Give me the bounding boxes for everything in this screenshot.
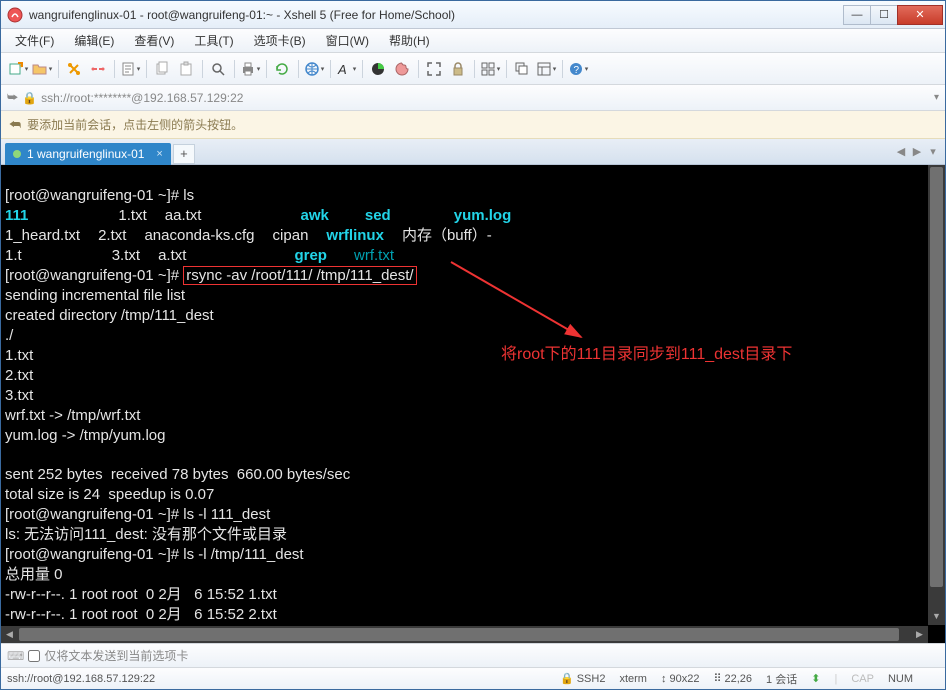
send-current-tab-label: 仅将文本发送到当前选项卡 (44, 647, 188, 664)
status-updown-icon: ⬍ (811, 672, 820, 685)
scroll-down-icon[interactable]: ▼ (928, 608, 945, 625)
annotation-text: 将root下的111目录同步到111_dest目录下 (501, 345, 792, 364)
address-bar: ⮩ 🔒 ▾ (1, 85, 945, 111)
status-connection: ssh://root@192.168.57.129:22 (7, 673, 546, 685)
menu-window[interactable]: 窗口(W) (318, 30, 377, 51)
status-term: xterm (619, 673, 647, 685)
tab-menu-icon[interactable]: ▾ (925, 144, 941, 160)
menu-tools[interactable]: 工具(T) (186, 30, 241, 51)
search-icon[interactable] (207, 58, 229, 80)
tab-close-icon[interactable]: × (156, 148, 162, 160)
menu-edit[interactable]: 编辑(E) (66, 30, 122, 51)
menu-tabs[interactable]: 选项卡(B) (246, 30, 314, 51)
globe-icon[interactable]: ▾ (303, 58, 325, 80)
hint-text: 要添加当前会话，点击左侧的箭头按钮。 (27, 116, 243, 133)
session-tab[interactable]: 1 wangruifenglinux-01 × (5, 143, 171, 165)
status-sessions: 1 会话 (766, 671, 797, 687)
properties-icon[interactable]: ▾ (119, 58, 141, 80)
scroll-thumb[interactable] (930, 167, 943, 587)
disconnect-icon[interactable] (87, 58, 109, 80)
reconnect-icon[interactable] (63, 58, 85, 80)
menu-view[interactable]: 查看(V) (126, 30, 182, 51)
paste-icon[interactable] (175, 58, 197, 80)
menu-help[interactable]: 帮助(H) (381, 30, 438, 51)
maximize-button[interactable]: ☐ (870, 5, 898, 25)
scroll-left-icon[interactable]: ◀ (1, 626, 18, 643)
layout-icon[interactable]: ▾ (535, 58, 557, 80)
status-bar: ssh://root@192.168.57.129:22 🔒 SSH2 xter… (1, 667, 945, 689)
terminal[interactable]: [root@wangruifeng-01 ~]# ls 111 1.txt aa… (1, 165, 945, 643)
annotation-arrow-icon (441, 257, 601, 357)
input-bar: ⌨ 仅将文本发送到当前选项卡 (1, 643, 945, 667)
app-window: wangruifenglinux-01 - root@wangruifeng-0… (0, 0, 946, 690)
highlighted-command: rsync -av /root/111/ /tmp/111_dest/ (183, 266, 416, 285)
input-icon: ⌨ (7, 649, 24, 663)
lock-small-icon: 🔒 (22, 91, 37, 105)
add-arrow-icon[interactable]: ⮩ (7, 90, 18, 105)
help-icon[interactable]: ?▾ (567, 58, 589, 80)
window-title: wangruifenglinux-01 - root@wangruifeng-0… (29, 8, 844, 22)
print-icon[interactable]: ▾ (239, 58, 261, 80)
horizontal-scrollbar[interactable]: ◀ ▶ (1, 626, 928, 643)
status-num: NUM (888, 673, 913, 685)
address-input[interactable] (41, 91, 930, 105)
svg-text:?: ? (573, 65, 579, 76)
open-folder-icon[interactable]: ▾ (31, 58, 53, 80)
status-pos: ⠿ 22,26 (713, 672, 752, 685)
tab-scroll-right-icon[interactable]: ▶ (909, 144, 925, 160)
status-size: ↕ 90x22 (661, 673, 699, 685)
titlebar[interactable]: wangruifenglinux-01 - root@wangruifeng-0… (1, 1, 945, 29)
hint-bar: ⮪ 要添加当前会话，点击左侧的箭头按钮。 (1, 111, 945, 139)
menubar: 文件(F) 编辑(E) 查看(V) 工具(T) 选项卡(B) 窗口(W) 帮助(… (1, 29, 945, 53)
address-dropdown-icon[interactable]: ▾ (934, 92, 939, 103)
svg-text:+: + (19, 63, 23, 70)
toolbar: +▾ ▾ ▾ ▾ ▾ A▾ ▾ ▾ ?▾ (1, 53, 945, 85)
menu-file[interactable]: 文件(F) (7, 30, 62, 51)
cascade-icon[interactable] (511, 58, 533, 80)
hscroll-thumb[interactable] (19, 628, 899, 641)
copy-icon[interactable] (151, 58, 173, 80)
connection-status-icon (13, 150, 21, 158)
color-icon[interactable] (367, 58, 389, 80)
minimize-button[interactable]: — (843, 5, 871, 25)
font-icon[interactable]: A▾ (335, 58, 357, 80)
new-session-icon[interactable]: +▾ (7, 58, 29, 80)
svg-text:A: A (337, 62, 347, 77)
vertical-scrollbar[interactable]: ▲ ▼ (928, 165, 945, 625)
status-ssh: 🔒 SSH2 (560, 672, 605, 685)
status-cap: CAP (851, 673, 874, 685)
fullscreen-icon[interactable] (423, 58, 445, 80)
tab-add-button[interactable]: + (173, 144, 195, 164)
tab-label: 1 wangruifenglinux-01 (27, 147, 144, 161)
hint-icon: ⮪ (9, 117, 21, 133)
close-button[interactable]: ✕ (897, 5, 943, 25)
tile-icon[interactable]: ▾ (479, 58, 501, 80)
app-icon (7, 7, 23, 23)
send-current-tab-checkbox[interactable] (28, 650, 40, 662)
palette-icon[interactable] (391, 58, 413, 80)
lock-icon[interactable] (447, 58, 469, 80)
scroll-right-icon[interactable]: ▶ (911, 626, 928, 643)
refresh-icon[interactable] (271, 58, 293, 80)
tab-bar: 1 wangruifenglinux-01 × + ◀ ▶ ▾ (1, 139, 945, 165)
tab-scroll-left-icon[interactable]: ◀ (893, 144, 909, 160)
